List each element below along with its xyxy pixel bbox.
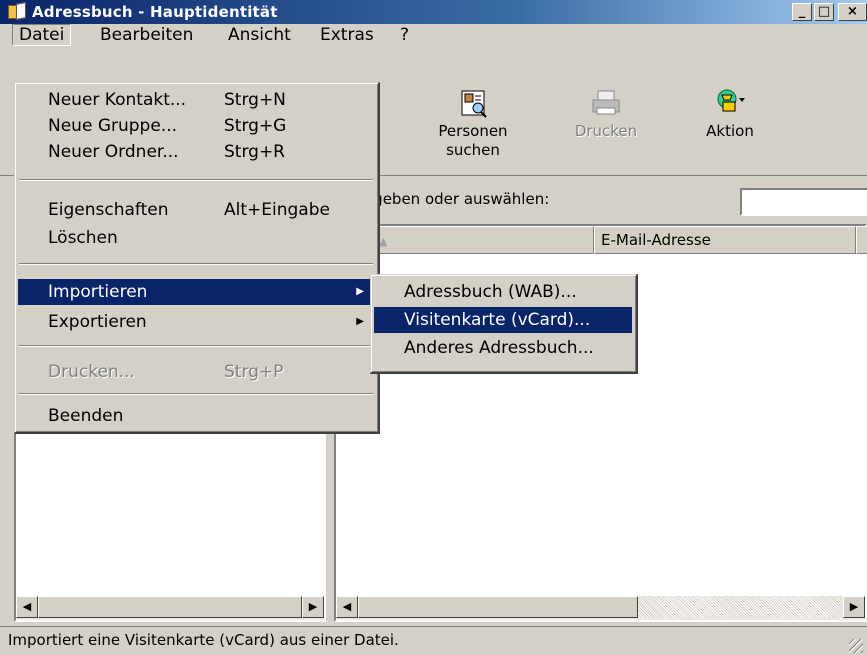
minimize-button[interactable]: _	[792, 3, 812, 21]
printer-icon	[589, 88, 623, 118]
action-button[interactable]: Aktion	[690, 88, 770, 141]
scroll-left-button[interactable]: ◀	[336, 596, 358, 618]
scroll-track[interactable]	[638, 596, 843, 618]
scroll-left-button[interactable]: ◀	[16, 596, 38, 618]
scroll-thumb[interactable]	[358, 596, 638, 618]
maximize-button[interactable]: □	[814, 3, 834, 21]
menu-separator	[19, 345, 373, 347]
menu-bearbeiten[interactable]: Bearbeiten	[94, 24, 199, 46]
menu-ansicht[interactable]: Ansicht	[222, 24, 297, 46]
column-header-email[interactable]: E-Mail-Adresse	[594, 226, 856, 254]
datei-menu: Neuer Kontakt... Strg+N Neue Gruppe... Str…	[14, 82, 380, 434]
menu-separator	[19, 393, 373, 395]
menu-item-neuer-kontakt[interactable]: Neuer Kontakt... Strg+N	[18, 87, 374, 113]
menu-separator	[19, 179, 373, 181]
column-header-extra[interactable]	[856, 226, 867, 254]
phone-action-icon	[713, 88, 747, 118]
menu-item-neuer-ordner[interactable]: Neuer Ordner... Strg+R	[18, 139, 374, 165]
search-input[interactable]	[740, 188, 867, 216]
menu-item-loeschen[interactable]: Löschen	[18, 225, 374, 251]
submenu-arrow-icon: ▶	[356, 286, 364, 297]
submenu-arrow-icon: ▶	[356, 316, 364, 327]
column-email-label: E-Mail-Adresse	[601, 231, 711, 249]
menu-help[interactable]: ?	[394, 24, 415, 46]
find-people-label-1: Personen	[438, 122, 508, 140]
submenu-item-other-addressbook[interactable]: Anderes Adressbuch...	[374, 335, 632, 361]
import-submenu: Adressbuch (WAB)... Visitenkarte (vCard)…	[370, 274, 638, 374]
title-bar[interactable]: Adressbuch - Hauptidentität	[0, 0, 867, 24]
action-label: Aktion	[706, 122, 754, 140]
menu-item-neue-gruppe[interactable]: Neue Gruppe... Strg+G	[18, 113, 374, 139]
search-row: n eingeben oder auswählen:	[336, 186, 867, 222]
menu-datei[interactable]: Datei	[12, 24, 72, 46]
find-people-icon	[456, 88, 490, 118]
menu-item-drucken: Drucken... Strg+P	[48, 362, 284, 382]
right-horizontal-scrollbar[interactable]: ◀ ▶	[336, 596, 865, 620]
menu-item-importieren[interactable]: Importieren ▶	[18, 279, 374, 305]
print-button[interactable]: Drucken	[566, 88, 646, 141]
scroll-thumb[interactable]	[38, 596, 302, 618]
resize-grip-icon[interactable]	[849, 639, 863, 653]
window-title: Adressbuch - Hauptidentität	[32, 3, 278, 21]
address-book-icon	[8, 2, 28, 21]
scroll-right-button[interactable]: ▶	[843, 596, 865, 618]
menu-item-eigenschaften[interactable]: Eigenschaften Alt+Eingabe	[18, 197, 374, 223]
print-label: Drucken	[574, 122, 638, 140]
scroll-right-button[interactable]: ▶	[302, 596, 324, 618]
menu-bar: Datei Bearbeiten Ansicht Extras ?	[0, 24, 867, 46]
submenu-item-wab[interactable]: Adressbuch (WAB)...	[374, 279, 632, 305]
menu-item-exportieren[interactable]: Exportieren ▶	[18, 309, 374, 335]
close-button[interactable]: ×	[838, 3, 867, 21]
menu-separator	[19, 263, 373, 265]
submenu-item-vcard[interactable]: Visitenkarte (vCard)...	[374, 307, 632, 333]
status-bar: Importiert eine Visitenkarte (vCard) aus…	[0, 626, 867, 655]
sort-ascending-icon: ▲	[379, 235, 388, 248]
find-people-label-2: suchen	[446, 141, 500, 159]
menu-item-beenden[interactable]: Beenden	[18, 403, 374, 429]
menu-extras[interactable]: Extras	[314, 24, 380, 46]
status-text: Importiert eine Visitenkarte (vCard) aus…	[8, 631, 399, 649]
left-horizontal-scrollbar[interactable]: ◀ ▶	[16, 596, 324, 620]
find-people-button[interactable]: Personen suchen	[428, 88, 518, 160]
